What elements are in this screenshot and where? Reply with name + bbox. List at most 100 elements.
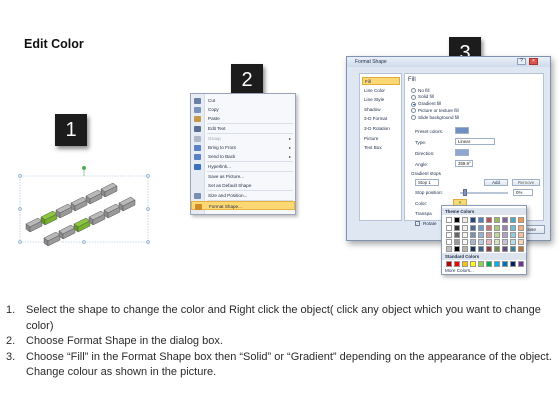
theme-color-swatch[interactable]	[470, 246, 476, 252]
more-colors-link[interactable]: More Colors...	[445, 268, 474, 273]
theme-color-swatch[interactable]	[494, 217, 500, 223]
theme-color-swatch[interactable]	[518, 239, 524, 245]
theme-color-swatch[interactable]	[494, 239, 500, 245]
theme-color-swatch[interactable]	[502, 225, 508, 231]
theme-color-swatch[interactable]	[446, 246, 452, 252]
theme-color-swatch[interactable]	[470, 239, 476, 245]
context-menu-item[interactable]: Bring to Front ▸	[191, 143, 295, 152]
fill-option-radio[interactable]	[411, 94, 416, 100]
theme-color-swatch[interactable]	[462, 246, 468, 252]
add-stop-button[interactable]: Add	[484, 179, 508, 186]
fill-option-label: Picture or texture fill	[418, 107, 459, 113]
angle-input[interactable]: 359.9°	[455, 160, 473, 167]
theme-color-swatch[interactable]	[454, 225, 460, 231]
theme-color-swatch[interactable]	[518, 246, 524, 252]
standard-color-swatch[interactable]	[510, 261, 516, 267]
theme-color-swatch[interactable]	[478, 232, 484, 238]
theme-color-swatch[interactable]	[502, 217, 508, 223]
theme-color-swatch[interactable]	[454, 246, 460, 252]
theme-color-swatch[interactable]	[470, 217, 476, 223]
theme-color-swatch[interactable]	[478, 246, 484, 252]
help-button[interactable]: ?	[517, 58, 526, 65]
theme-color-swatch[interactable]	[518, 225, 524, 231]
theme-color-swatch[interactable]	[446, 232, 452, 238]
theme-color-swatch[interactable]	[454, 217, 460, 223]
theme-color-swatch[interactable]	[510, 246, 516, 252]
theme-color-swatch[interactable]	[446, 239, 452, 245]
theme-color-swatch[interactable]	[518, 232, 524, 238]
context-menu-item[interactable]: Cut	[191, 96, 295, 105]
theme-color-swatch[interactable]	[478, 239, 484, 245]
context-menu-item[interactable]: Save as Picture...	[191, 172, 295, 181]
preset-colors-dropdown[interactable]	[455, 127, 469, 134]
standard-color-swatch[interactable]	[470, 261, 476, 267]
context-menu-item[interactable]: Group ▸	[191, 134, 295, 143]
dialog-nav-item[interactable]: Shadow	[362, 106, 400, 114]
theme-color-swatch[interactable]	[470, 232, 476, 238]
theme-color-swatch[interactable]	[462, 225, 468, 231]
theme-color-swatch[interactable]	[478, 217, 484, 223]
context-menu-item[interactable]: Format Shape...	[191, 201, 295, 210]
standard-color-swatch[interactable]	[454, 261, 460, 267]
standard-color-swatch[interactable]	[478, 261, 484, 267]
stop-position-input[interactable]: 0%	[513, 189, 533, 196]
theme-color-swatch[interactable]	[494, 232, 500, 238]
direction-dropdown[interactable]	[455, 149, 469, 156]
slider-thumb[interactable]	[463, 189, 467, 196]
dialog-nav-item[interactable]: Line Color	[362, 87, 400, 95]
standard-color-swatch[interactable]	[494, 261, 500, 267]
dialog-close-icon[interactable]: ×	[529, 58, 538, 65]
dialog-nav-item[interactable]: Fill	[362, 77, 400, 85]
theme-color-swatch[interactable]	[510, 217, 516, 223]
standard-color-swatch[interactable]	[518, 261, 524, 267]
stop-position-slider[interactable]	[460, 189, 508, 196]
fill-option-radio[interactable]	[411, 115, 416, 121]
theme-color-swatch[interactable]	[478, 225, 484, 231]
theme-color-swatch[interactable]	[446, 217, 452, 223]
standard-color-swatch[interactable]	[486, 261, 492, 267]
theme-color-swatch[interactable]	[510, 232, 516, 238]
theme-color-swatch[interactable]	[462, 217, 468, 223]
theme-color-swatch[interactable]	[494, 225, 500, 231]
theme-color-swatch[interactable]	[486, 246, 492, 252]
dialog-nav-item[interactable]: Picture	[362, 135, 400, 143]
fill-option-radio[interactable]	[411, 108, 416, 114]
theme-color-swatch[interactable]	[454, 239, 460, 245]
standard-color-swatch[interactable]	[502, 261, 508, 267]
theme-color-swatch[interactable]	[486, 225, 492, 231]
theme-color-swatch[interactable]	[518, 217, 524, 223]
arrow-row-lower	[43, 196, 136, 247]
dialog-nav-item[interactable]: 3-D Format	[362, 115, 400, 123]
context-menu-item[interactable]: Copy	[191, 105, 295, 114]
rotate-checkbox[interactable]: ✓	[415, 221, 420, 226]
type-select[interactable]: Linear	[455, 138, 495, 145]
stop-select[interactable]: Stop 1	[415, 179, 439, 186]
standard-color-swatch[interactable]	[462, 261, 468, 267]
theme-color-swatch[interactable]	[470, 225, 476, 231]
dialog-nav-item[interactable]: Text Box	[362, 144, 400, 152]
menu-divider	[207, 170, 293, 172]
dialog-nav-item[interactable]: 3-D Rotation	[362, 125, 400, 133]
theme-color-swatch[interactable]	[502, 232, 508, 238]
remove-stop-button[interactable]: Remove	[512, 179, 540, 186]
theme-color-swatch[interactable]	[486, 239, 492, 245]
selected-arrow-shapes[interactable]	[14, 162, 154, 250]
dialog-nav-item[interactable]: Line Style	[362, 96, 400, 104]
theme-color-swatch[interactable]	[494, 246, 500, 252]
theme-color-swatch[interactable]	[510, 225, 516, 231]
theme-color-swatch[interactable]	[502, 246, 508, 252]
color-palette-popup: Theme Colors Standard Colors More Colors…	[441, 205, 527, 275]
theme-color-swatch[interactable]	[502, 239, 508, 245]
theme-color-swatch[interactable]	[462, 239, 468, 245]
fill-option-radio[interactable]	[411, 88, 416, 93]
theme-color-swatch[interactable]	[510, 239, 516, 245]
theme-color-swatch[interactable]	[454, 232, 460, 238]
context-menu-item-label: Size and Position...	[208, 193, 248, 198]
fill-option-radio[interactable]	[411, 101, 416, 107]
type-label: Type:	[415, 140, 427, 145]
standard-color-swatch[interactable]	[446, 261, 452, 267]
theme-color-swatch[interactable]	[462, 232, 468, 238]
theme-color-swatch[interactable]	[486, 217, 492, 223]
theme-color-swatch[interactable]	[486, 232, 492, 238]
theme-color-swatch[interactable]	[446, 225, 452, 231]
